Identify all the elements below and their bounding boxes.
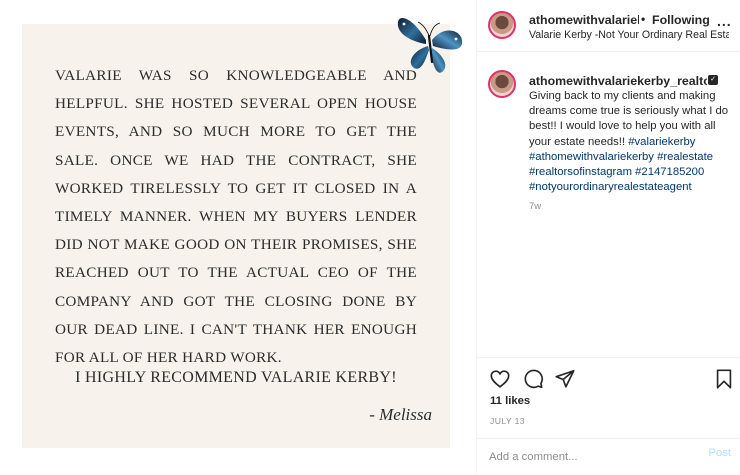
verified-icon: ✓ [708, 75, 718, 85]
post-date[interactable]: JULY 13 [490, 416, 525, 426]
header-subtitle: Valarie Kerby -Not Your Ordinary Real Es… [529, 29, 729, 41]
post-sidebar: athomewithvalariekerby_realtor • Followi… [476, 0, 740, 474]
butterfly-icon [397, 17, 463, 73]
hashtag-link[interactable]: #athomewithvalariekerby [529, 151, 654, 163]
comment-input[interactable] [489, 448, 689, 466]
comment-bar: Post [477, 438, 740, 475]
recommendation-text: I HIGHLY RECOMMEND VALARIE KERBY! [75, 369, 397, 386]
hashtag-link[interactable]: #realestate [657, 151, 713, 163]
more-horizontal-icon[interactable]: ... [717, 13, 732, 29]
hashtag-link[interactable]: #valariekerby [628, 136, 695, 148]
caption-avatar[interactable] [488, 70, 516, 98]
signature-text: - Melissa [369, 405, 432, 424]
bookmark-icon[interactable] [713, 368, 735, 390]
separator-dot: • [641, 12, 646, 26]
header-username-link[interactable]: athomewithvalariekerby_realtor [529, 13, 639, 27]
share-icon[interactable] [554, 368, 576, 390]
avatar[interactable] [488, 11, 516, 39]
caption-username-link[interactable]: athomewithvalariekerby_realtor [529, 74, 707, 88]
following-button[interactable]: Following [652, 13, 710, 27]
likes-count[interactable]: 11 likes [490, 395, 530, 407]
heart-icon[interactable] [489, 368, 511, 390]
hashtag-link[interactable]: #2147185200 [635, 166, 704, 178]
comment-icon[interactable] [522, 368, 544, 390]
post-age[interactable]: 7w [529, 201, 541, 212]
caption-text: Giving back to my clients and making dre… [529, 89, 737, 195]
post-comment-button[interactable]: Post [708, 447, 731, 459]
testimonial-text: VALARIE WAS SO KNOWLEDGEABLE AND HELPFUL… [55, 67, 417, 367]
hashtag-link[interactable]: #notyourordinaryrealestateagent [529, 181, 692, 193]
hashtag-link[interactable]: #realtorsofinstagram [529, 166, 632, 178]
post-image[interactable]: VALARIE WAS SO KNOWLEDGEABLE AND HELPFUL… [0, 0, 476, 474]
post-header: athomewithvalariekerby_realtor • Followi… [477, 0, 740, 52]
action-bar: 11 likes JULY 13 Post [477, 357, 740, 474]
